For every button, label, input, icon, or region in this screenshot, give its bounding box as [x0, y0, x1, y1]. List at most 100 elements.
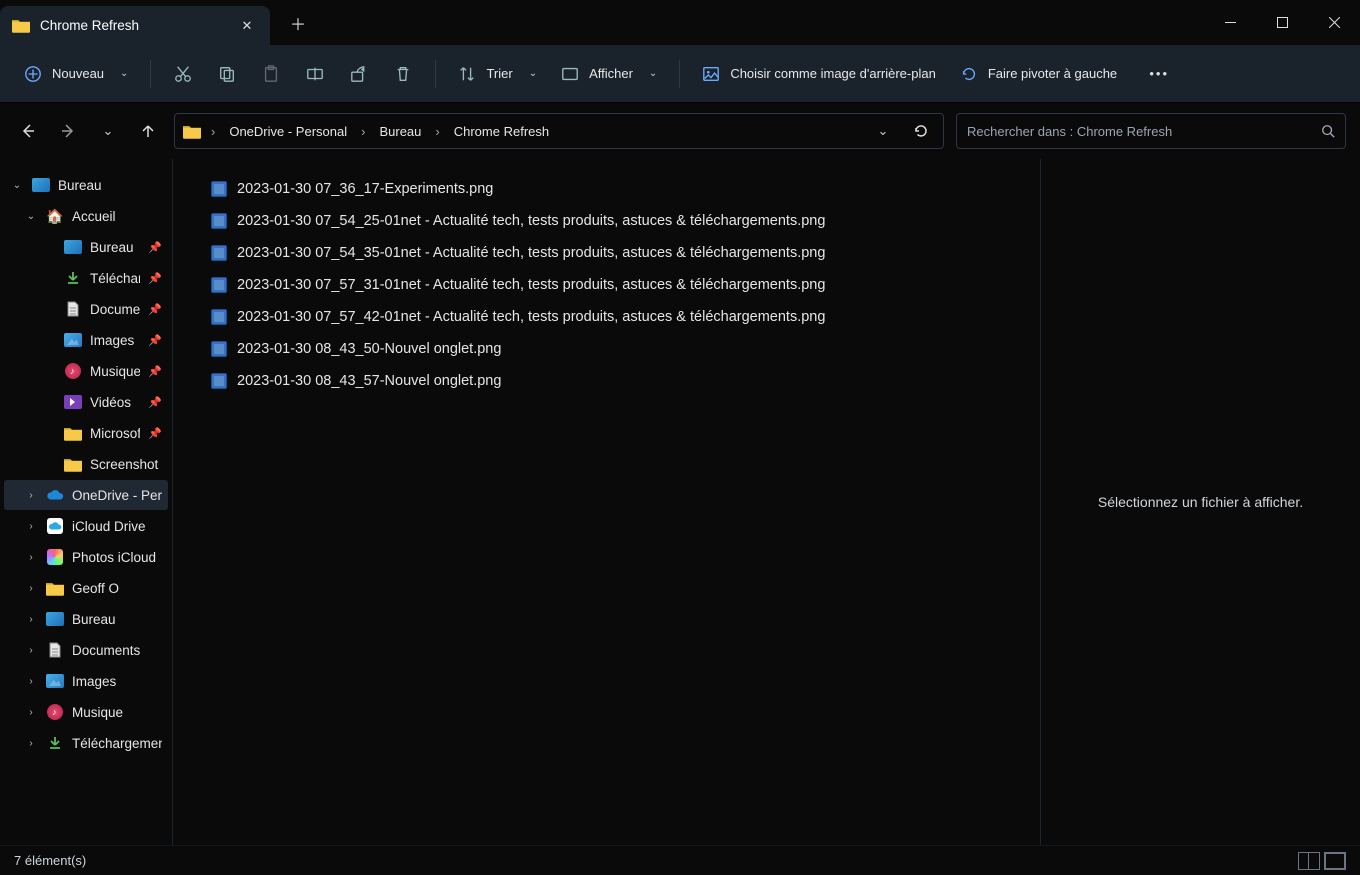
pin-icon: 📌 — [148, 241, 162, 254]
minimize-button[interactable] — [1204, 0, 1256, 45]
maximize-button[interactable] — [1256, 0, 1308, 45]
item-count: 7 élément(s) — [14, 853, 86, 868]
chevron-icon: › — [24, 676, 38, 687]
image-file-icon — [211, 213, 227, 229]
scissors-icon — [174, 65, 192, 83]
sidebar-item[interactable]: Télécharge 📌 — [4, 263, 168, 293]
status-bar: 7 élément(s) — [0, 845, 1360, 875]
pin-icon: 📌 — [148, 272, 162, 285]
share-button[interactable] — [339, 58, 379, 90]
sidebar-item[interactable]: ›Bureau — [4, 604, 168, 634]
images-icon — [46, 673, 64, 689]
search-box[interactable] — [956, 113, 1346, 149]
breadcrumb[interactable]: Bureau — [373, 120, 427, 143]
sidebar-item[interactable]: ♪Musique📌 — [4, 356, 168, 386]
window-tab[interactable]: Chrome Refresh ✕ — [0, 6, 270, 45]
sidebar-item[interactable]: ›OneDrive - Per — [4, 480, 168, 510]
close-window-button[interactable] — [1308, 0, 1360, 45]
share-icon — [350, 65, 368, 83]
chevron-icon: › — [24, 738, 38, 749]
paste-button[interactable] — [251, 58, 291, 90]
navigation-bar: ⌄ › OneDrive - Personal › Bureau › Chrom… — [0, 103, 1360, 159]
file-name: 2023-01-30 08_43_50-Nouvel onglet.png — [237, 341, 501, 357]
new-tab-button[interactable]: ＋ — [278, 0, 318, 45]
rotate-left-button[interactable]: Faire pivoter à gauche — [950, 58, 1127, 90]
breadcrumb[interactable]: OneDrive - Personal — [223, 120, 353, 143]
clipboard-icon — [262, 65, 280, 83]
icons-view-button[interactable] — [1324, 852, 1346, 870]
folder-icon — [46, 580, 64, 596]
refresh-button[interactable] — [907, 117, 935, 145]
photos-icon — [46, 549, 64, 565]
file-list[interactable]: 2023-01-30 07_36_17-Experiments.png2023-… — [172, 159, 1040, 845]
tab-title: Chrome Refresh — [40, 18, 226, 33]
up-button[interactable] — [134, 117, 162, 145]
file-row[interactable]: 2023-01-30 08_43_57-Nouvel onglet.png — [191, 365, 1022, 397]
file-row[interactable]: 2023-01-30 07_54_25-01net - Actualité te… — [191, 205, 1022, 237]
sidebar-item[interactable]: Documents📌 — [4, 294, 168, 324]
rename-button[interactable] — [295, 58, 335, 90]
sidebar-item[interactable]: Images📌 — [4, 325, 168, 355]
rotate-label: Faire pivoter à gauche — [988, 66, 1117, 81]
content-area: ⌄Bureau⌄🏠AccueilBureau📌Télécharge📌Docume… — [0, 159, 1360, 845]
view-button[interactable]: Afficher ⌄ — [551, 58, 667, 90]
sidebar-item[interactable]: ›Geoff O — [4, 573, 168, 603]
cut-button[interactable] — [163, 58, 203, 90]
chevron-icon: › — [24, 645, 38, 656]
copy-icon — [218, 65, 236, 83]
sidebar-item[interactable]: Microsoft 📌 — [4, 418, 168, 448]
pin-icon: 📌 — [148, 334, 162, 347]
delete-button[interactable] — [383, 58, 423, 90]
sidebar-item[interactable]: Bureau📌 — [4, 232, 168, 262]
sidebar-item-label: Bureau — [58, 178, 162, 193]
search-input[interactable] — [967, 124, 1321, 139]
back-button[interactable] — [14, 117, 42, 145]
preview-pane: Sélectionnez un fichier à afficher. — [1040, 159, 1360, 845]
new-button[interactable]: Nouveau ⌄ — [14, 58, 138, 90]
chevron-icon: › — [24, 614, 38, 625]
view-label: Afficher — [589, 66, 633, 81]
sidebar-item[interactable]: Vidéos📌 — [4, 387, 168, 417]
sidebar-item-label: Musique — [90, 364, 140, 379]
forward-button[interactable] — [54, 117, 82, 145]
sidebar-item[interactable]: ›♪Musique — [4, 697, 168, 727]
sidebar-item[interactable]: ⌄Bureau — [4, 170, 168, 200]
sidebar-item[interactable]: ›iCloud Drive — [4, 511, 168, 541]
sidebar-item[interactable]: ›Documents — [4, 635, 168, 665]
recent-button[interactable]: ⌄ — [94, 117, 122, 145]
toolbar: Nouveau ⌄ Trier ⌄ Afficher ⌄ Choisir com… — [0, 45, 1360, 103]
breadcrumb[interactable]: Chrome Refresh — [448, 120, 555, 143]
rotate-icon — [960, 65, 978, 83]
more-button[interactable]: ••• — [1139, 59, 1179, 88]
file-row[interactable]: 2023-01-30 07_57_42-01net - Actualité te… — [191, 301, 1022, 333]
sidebar-item[interactable]: ⌄🏠Accueil — [4, 201, 168, 231]
sidebar-item[interactable]: ›Photos iCloud — [4, 542, 168, 572]
sidebar-item[interactable]: › Images — [4, 666, 168, 696]
pin-icon: 📌 — [148, 303, 162, 316]
chevron-down-icon: ⌄ — [649, 68, 657, 79]
sidebar[interactable]: ⌄Bureau⌄🏠AccueilBureau📌Télécharge📌Docume… — [0, 159, 172, 845]
sidebar-item-label: Musique — [72, 705, 162, 720]
file-row[interactable]: 2023-01-30 08_43_50-Nouvel onglet.png — [191, 333, 1022, 365]
file-row[interactable]: 2023-01-30 07_54_35-01net - Actualité te… — [191, 237, 1022, 269]
file-row[interactable]: 2023-01-30 07_57_31-01net - Actualité te… — [191, 269, 1022, 301]
image-file-icon — [211, 277, 227, 293]
sidebar-item-label: Microsoft — [90, 426, 140, 441]
sort-button[interactable]: Trier ⌄ — [448, 58, 547, 90]
image-file-icon — [211, 373, 227, 389]
file-row[interactable]: 2023-01-30 07_36_17-Experiments.png — [191, 173, 1022, 205]
details-view-button[interactable] — [1298, 852, 1320, 870]
trash-icon — [394, 65, 412, 83]
download-icon — [46, 735, 64, 751]
copy-button[interactable] — [207, 58, 247, 90]
pin-icon: 📌 — [148, 427, 162, 440]
sidebar-item[interactable]: Screenshot 20 — [4, 449, 168, 479]
sidebar-item-label: Images — [72, 674, 162, 689]
sidebar-item-label: Photos iCloud — [72, 550, 162, 565]
address-bar[interactable]: › OneDrive - Personal › Bureau › Chrome … — [174, 113, 944, 149]
close-tab-icon[interactable]: ✕ — [236, 18, 258, 34]
sidebar-item-label: Télécharge — [90, 271, 140, 286]
address-dropdown-button[interactable]: ⌄ — [869, 117, 897, 145]
set-wallpaper-button[interactable]: Choisir comme image d'arrière-plan — [692, 58, 946, 90]
sidebar-item[interactable]: ›Téléchargement — [4, 728, 168, 758]
